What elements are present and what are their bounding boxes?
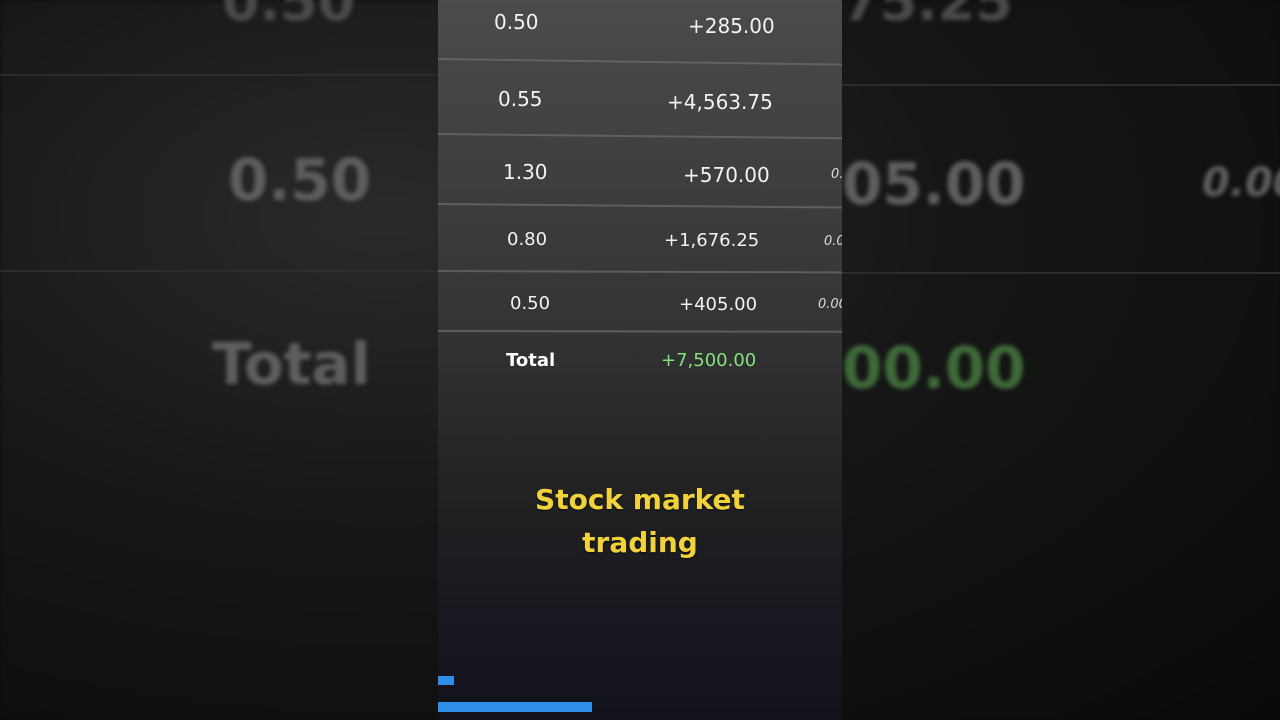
row-qty: 0.50 bbox=[494, 10, 539, 34]
bg-right-total-value: 00.00 bbox=[842, 334, 1026, 402]
bg-divider bbox=[842, 84, 1280, 86]
row-edge-value: 0. bbox=[831, 167, 842, 182]
bg-divider bbox=[0, 270, 438, 272]
row-pnl: +570.00 bbox=[683, 163, 770, 187]
total-label: Total bbox=[506, 350, 556, 371]
row-divider bbox=[438, 203, 842, 209]
row-qty: 0.50 bbox=[510, 293, 551, 314]
bg-top-right-value: 75.25 bbox=[842, 0, 1013, 33]
row-edge-value: 0.00 bbox=[818, 297, 842, 312]
row-pnl: +4,563.75 bbox=[667, 90, 773, 114]
total-value: +7,500.00 bbox=[661, 350, 757, 371]
caption-line: Stock market bbox=[535, 483, 745, 516]
row-divider bbox=[438, 330, 842, 333]
bg-top-left-value: 0.50 bbox=[222, 0, 356, 33]
video-progress-bar[interactable] bbox=[438, 702, 592, 712]
row-pnl: +285.00 bbox=[688, 14, 775, 38]
row-qty: 0.55 bbox=[498, 87, 543, 111]
row-pnl: +1,676.25 bbox=[664, 230, 760, 251]
row-edge-value: 0.0 bbox=[824, 234, 842, 249]
row-divider bbox=[438, 58, 842, 66]
caption-line: trading bbox=[582, 526, 698, 559]
row-pnl: +405.00 bbox=[679, 294, 758, 315]
row-divider bbox=[438, 133, 842, 140]
row-qty: 0.80 bbox=[507, 229, 548, 250]
video-caption: Stock market trading bbox=[438, 478, 842, 564]
bg-left-value: 0.50 bbox=[228, 146, 372, 214]
row-divider bbox=[438, 270, 842, 274]
bg-divider bbox=[842, 272, 1280, 274]
video-frame: 0.50 0.50 Total 75.25 05.00 0.00 00.00 0… bbox=[0, 0, 1280, 720]
row-qty: 1.30 bbox=[503, 160, 548, 184]
bg-left-total-label: Total bbox=[212, 330, 371, 398]
bg-divider bbox=[0, 74, 438, 76]
trade-table-panel: 0.50 +285.00 0.55 +4,563.75 1.30 +570.00… bbox=[438, 0, 842, 720]
bg-right-value: 05.00 bbox=[842, 150, 1026, 218]
progress-marker[interactable] bbox=[438, 676, 454, 685]
bg-right-edge-value: 0.00 bbox=[1202, 160, 1280, 206]
